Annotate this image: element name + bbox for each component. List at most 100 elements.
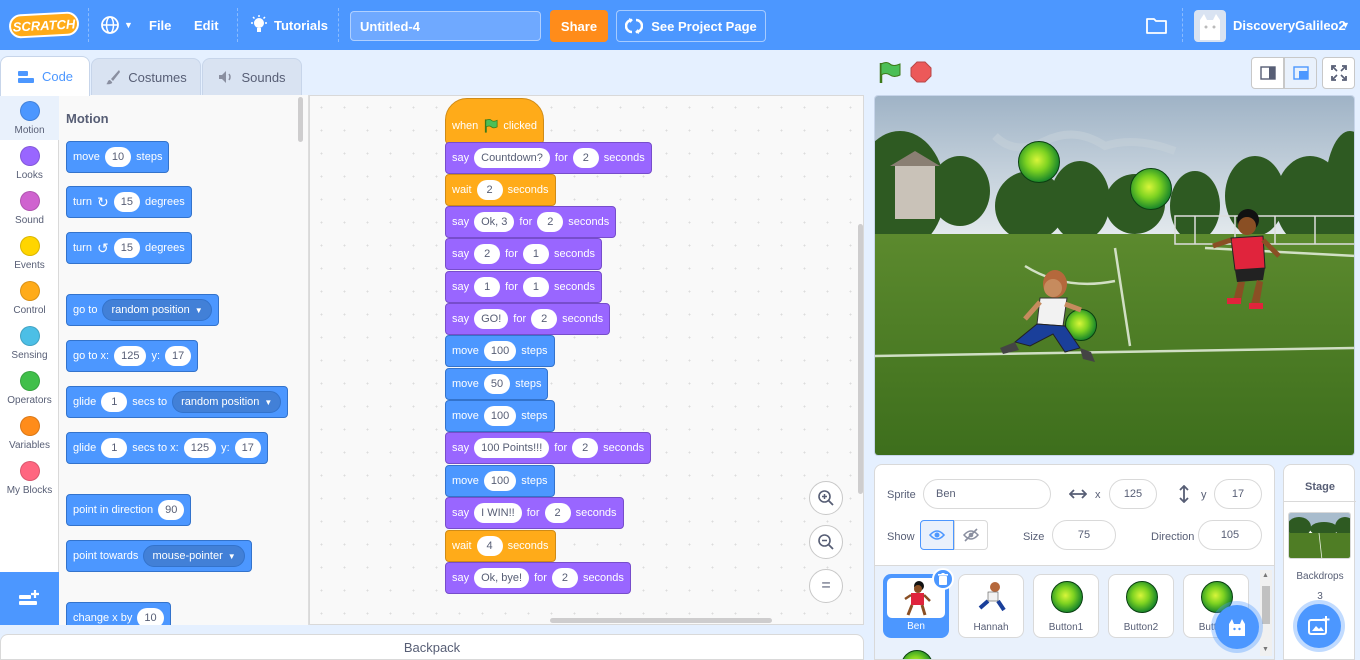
say-block[interactable]: say Ok, 3 for 2 seconds — [445, 206, 617, 238]
choose-sprite-button[interactable] — [1215, 605, 1259, 649]
block-input[interactable]: 15 — [113, 192, 140, 212]
turn-left-block[interactable]: turn ↺ 15 degrees — [66, 232, 192, 264]
point-towards-block[interactable]: point towards mouse-pointer ▼ — [66, 540, 252, 572]
move-block[interactable]: move 100 steps — [445, 400, 555, 432]
tab-code[interactable]: Code — [0, 56, 90, 96]
block-input[interactable]: Countdown? — [474, 148, 550, 168]
say-block[interactable]: say Countdown? for 2 seconds — [445, 142, 652, 174]
block-input[interactable]: 10 — [137, 608, 164, 625]
say-block[interactable]: say I WIN!! for 2 seconds — [445, 497, 624, 529]
category-operators[interactable]: Operators — [0, 365, 59, 410]
block-input[interactable]: 50 — [483, 374, 511, 394]
target-dropdown[interactable]: random position ▼ — [172, 391, 282, 413]
sprite-tile-button1[interactable]: Button1 — [1033, 574, 1099, 638]
say-block[interactable]: say Ok, bye! for 2 seconds — [445, 562, 631, 594]
sprite-tile-hannah[interactable]: Hannah — [958, 574, 1024, 638]
block-input[interactable]: 10 — [104, 147, 132, 167]
language-menu[interactable]: ▼ — [100, 0, 133, 50]
block-input[interactable]: 2 — [531, 309, 558, 329]
palette-scrollbar[interactable] — [298, 97, 303, 142]
caret-down-icon[interactable]: ▼ — [1341, 0, 1350, 50]
go-to-xy-block[interactable]: go to x: 125 y: 17 — [66, 340, 199, 372]
say-block[interactable]: say GO! for 2 seconds — [445, 303, 611, 335]
script-vertical-scrollbar[interactable] — [858, 224, 863, 494]
block-input[interactable]: 2 — [544, 503, 571, 523]
move-block[interactable]: move 50 steps — [445, 368, 549, 400]
say-block[interactable]: say 2 for 1 seconds — [445, 238, 602, 270]
stage-canvas[interactable] — [874, 95, 1355, 456]
glide-to-block[interactable]: glide 1 secs to random position ▼ — [66, 386, 289, 418]
target-dropdown[interactable]: mouse-pointer ▼ — [143, 545, 245, 567]
x-input[interactable]: 125 — [1109, 479, 1157, 509]
point-in-direction-block[interactable]: point in direction 90 — [66, 494, 192, 526]
sprite-tile-button2[interactable]: Button2 — [1108, 574, 1174, 638]
target-dropdown[interactable]: random position ▼ — [102, 299, 212, 321]
turn-right-block[interactable]: turn ↻ 15 degrees — [66, 186, 192, 218]
zoom-reset-button[interactable]: = — [809, 569, 843, 603]
move-steps-block[interactable]: move 10 steps — [66, 141, 170, 173]
block-input[interactable]: 2 — [476, 180, 503, 200]
block-input[interactable]: 100 — [483, 471, 517, 491]
scroll-down-icon[interactable]: ▼ — [1262, 646, 1269, 653]
green-flag-button[interactable] — [876, 60, 902, 86]
small-stage-button[interactable] — [1251, 57, 1284, 89]
sprite-name-input[interactable]: Ben — [923, 479, 1051, 509]
stop-button[interactable] — [910, 61, 932, 83]
show-visible-button[interactable] — [920, 520, 954, 550]
zoom-out-button[interactable] — [809, 525, 843, 559]
block-input[interactable]: Ok, bye! — [474, 568, 530, 588]
block-input[interactable]: 2 — [551, 568, 578, 588]
tab-sounds[interactable]: Sounds — [202, 58, 302, 95]
user-avatar[interactable] — [1194, 10, 1226, 42]
add-extension-button[interactable] — [0, 572, 59, 625]
move-block[interactable]: move 100 steps — [445, 335, 555, 367]
fullscreen-button[interactable] — [1322, 57, 1355, 89]
scroll-up-icon[interactable]: ▲ — [1262, 572, 1269, 579]
sprite-list-scrollbar[interactable]: ▲ ▼ — [1260, 570, 1272, 656]
category-control[interactable]: Control — [0, 275, 59, 320]
block-input[interactable]: 4 — [476, 536, 503, 556]
block-input[interactable]: 125 — [183, 438, 217, 458]
category-events[interactable]: Events — [0, 230, 59, 275]
category-my-blocks[interactable]: My Blocks — [0, 455, 59, 500]
zoom-in-button[interactable] — [809, 481, 843, 515]
category-motion[interactable]: Motion — [0, 95, 59, 140]
block-input[interactable]: 17 — [165, 346, 192, 366]
tab-costumes[interactable]: Costumes — [91, 58, 201, 95]
block-input[interactable]: 2 — [572, 148, 599, 168]
wait-block[interactable]: wait 4 seconds — [445, 530, 556, 562]
scroll-thumb[interactable] — [1262, 586, 1270, 624]
block-input[interactable]: 90 — [158, 500, 185, 520]
scratch-logo[interactable]: SCRATCH — [8, 11, 80, 39]
block-input[interactable]: 1 — [101, 392, 128, 412]
block-input[interactable]: 100 Points!!! — [474, 438, 550, 458]
tutorials-button[interactable]: Tutorials — [250, 0, 328, 50]
say-block[interactable]: say 100 Points!!! for 2 seconds — [445, 432, 652, 464]
block-input[interactable]: 15 — [113, 238, 140, 258]
block-input[interactable]: 17 — [234, 438, 261, 458]
block-input[interactable]: 1 — [474, 277, 501, 297]
username-label[interactable]: DiscoveryGalileo2 — [1233, 0, 1346, 50]
block-input[interactable]: 100 — [483, 341, 517, 361]
ben-sprite[interactable] — [1193, 206, 1283, 316]
y-input[interactable]: 17 — [1214, 479, 1262, 509]
show-hidden-button[interactable] — [954, 520, 988, 550]
block-input[interactable]: 2 — [474, 244, 501, 264]
share-button[interactable]: Share — [550, 10, 608, 42]
file-menu[interactable]: File — [149, 0, 171, 50]
category-sensing[interactable]: Sensing — [0, 320, 59, 365]
block-input[interactable]: 1 — [522, 244, 549, 264]
wait-block[interactable]: wait 2 seconds — [445, 174, 556, 206]
my-stuff-button[interactable] — [1146, 0, 1168, 50]
edit-menu[interactable]: Edit — [194, 0, 219, 50]
glide-to-xy-block[interactable]: glide 1 secs to x: 125 y: 17 — [66, 432, 268, 464]
button2-sprite[interactable] — [1130, 168, 1172, 210]
block-input[interactable]: Ok, 3 — [474, 212, 515, 232]
script-horizontal-scrollbar[interactable] — [550, 618, 772, 623]
change-x-block[interactable]: change x by 10 — [66, 602, 171, 625]
size-input[interactable]: 75 — [1052, 520, 1116, 550]
block-input[interactable]: 125 — [114, 346, 147, 366]
block-input[interactable]: 1 — [101, 438, 128, 458]
script-area[interactable]: when clicked say Countdown? for 2 seconds wai… — [309, 95, 864, 625]
category-looks[interactable]: Looks — [0, 140, 59, 185]
